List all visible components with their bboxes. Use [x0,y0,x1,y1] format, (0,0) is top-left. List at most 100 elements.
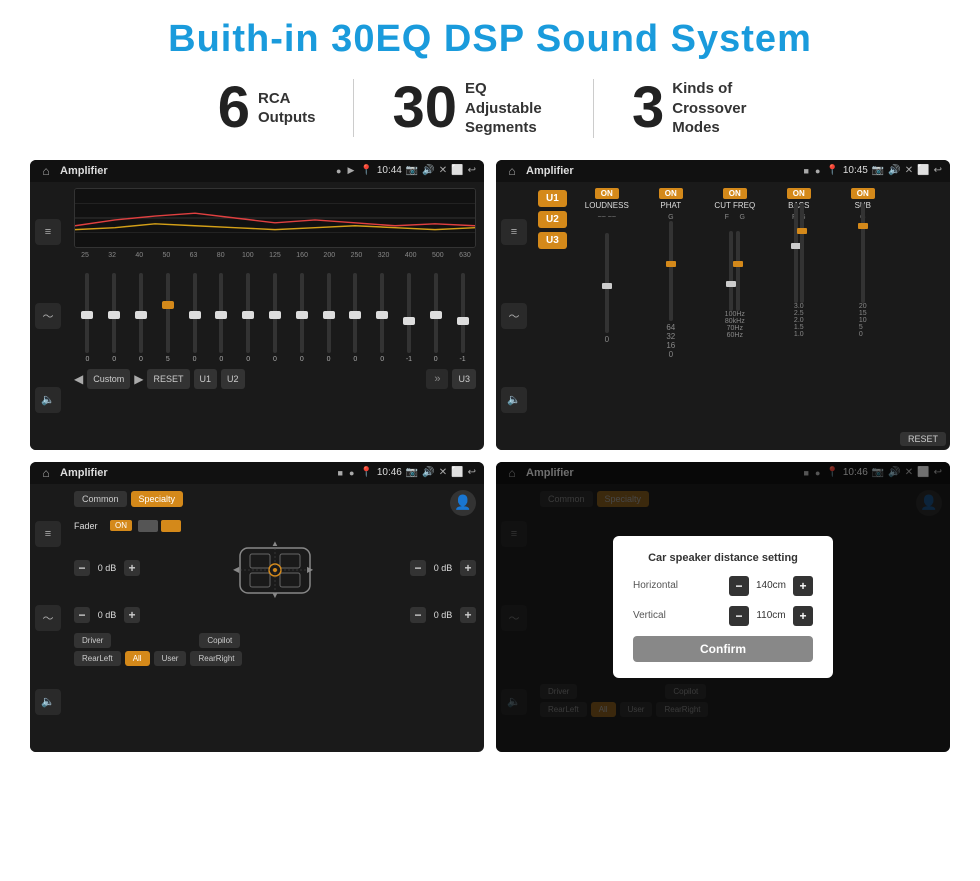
camera-icon-2: 📷 [872,165,884,176]
status-time-3: 10:46 [377,467,402,478]
db-minus-fr[interactable]: − [410,560,426,576]
eq-filter-btn[interactable]: ≡ [35,219,61,245]
close-icon-2: ✕ [905,165,913,176]
freq-630: 630 [456,252,474,259]
db-value-rl: 0 dB [93,610,121,620]
u1-btn[interactable]: U1 [194,369,218,389]
u-buttons-area: U1 U2 U3 [532,182,573,450]
eq-slider-2[interactable]: 0 [101,273,128,363]
tab-common[interactable]: Common [74,491,127,507]
crossover-reset-btn[interactable]: RESET [900,432,946,446]
u3-select-btn[interactable]: U3 [538,232,567,249]
eq-slider-11[interactable]: 0 [342,273,369,363]
eq-graph [74,188,476,248]
cutfreq-col: ON CUT FREQ FG 100Hz80kHz70Hz60Hz [705,188,765,444]
bass-on[interactable]: ON [787,188,811,199]
horizontal-minus[interactable]: − [729,576,749,596]
person-icon-btn[interactable]: 👤 [450,490,476,516]
tab-specialty[interactable]: Specialty [131,491,184,507]
filter-btn-2[interactable]: ≡ [501,219,527,245]
db-plus-rl[interactable]: + [124,607,140,623]
speaker-distance-dialog: Car speaker distance setting Horizontal … [613,536,833,678]
location-icon: 📍 [360,165,372,176]
eq-slider-6[interactable]: 0 [208,273,235,363]
eq-sidebar: ≡ 〜 🔈 [30,182,66,450]
vertical-plus[interactable]: + [793,606,813,626]
prev-icon[interactable]: ◀ [74,372,83,386]
expand-icon[interactable]: » [426,369,448,389]
home-icon: ⌂ [38,163,54,179]
fader-on-badge[interactable]: ON [110,520,132,531]
reset-btn[interactable]: RESET [147,369,189,389]
dot-icon-2: ■ [804,166,809,176]
db-minus-fl[interactable]: − [74,560,90,576]
u3-btn[interactable]: U3 [452,369,476,389]
db-plus-rr[interactable]: + [460,607,476,623]
freq-250: 250 [347,252,365,259]
eq-wave-btn[interactable]: 〜 [35,303,61,329]
eq-speaker-btn[interactable]: 🔈 [35,387,61,413]
screen-crossover: ⌂ Amplifier ■ ● 📍 10:45 📷 🔊 ✕ ⬜ ↩ ≡ 〜 [496,160,950,450]
copilot-btn[interactable]: Copilot [199,633,240,648]
rearleft-btn[interactable]: RearLeft [74,651,121,666]
sub-on[interactable]: ON [851,188,875,199]
freq-500: 500 [429,252,447,259]
eq-slider-8[interactable]: 0 [262,273,289,363]
driver-btn[interactable]: Driver [74,633,111,648]
speaker-btn-3[interactable]: 🔈 [35,689,61,715]
u2-select-btn[interactable]: U2 [538,211,567,228]
status-icons-1: 📍 10:44 📷 🔊 ✕ ⬜ ↩ [360,165,476,176]
user-btn[interactable]: User [154,651,187,666]
eq-slider-5[interactable]: 0 [181,273,208,363]
eq-slider-12[interactable]: 0 [369,273,396,363]
confirm-button[interactable]: Confirm [633,636,813,662]
eq-slider-14[interactable]: 0 [422,273,449,363]
next-icon[interactable]: ▶ [134,372,143,386]
volume-icon-3: 🔊 [422,467,434,478]
h-slider-1[interactable] [138,520,158,532]
phat-on[interactable]: ON [659,188,683,199]
cutfreq-on[interactable]: ON [723,188,747,199]
wave-btn-3[interactable]: 〜 [35,605,61,631]
eq-slider-4[interactable]: 5 [154,273,181,363]
eq-slider-10[interactable]: 0 [315,273,342,363]
vertical-minus[interactable]: − [729,606,749,626]
h-slider-2[interactable] [161,520,181,532]
loudness-slider[interactable] [605,223,609,333]
db-minus-rr[interactable]: − [410,607,426,623]
db-minus-rl[interactable]: − [74,607,90,623]
all-btn[interactable]: All [125,651,150,666]
freq-32: 32 [103,252,121,259]
wave-btn-2[interactable]: 〜 [501,303,527,329]
filter-btn-3[interactable]: ≡ [35,521,61,547]
preset-label: Custom [87,369,130,389]
eq-slider-7[interactable]: 0 [235,273,262,363]
svg-text:◀: ◀ [233,565,240,574]
eq-slider-9[interactable]: 0 [288,273,315,363]
close-icon-3: ✕ [439,467,447,478]
cutfreq-label: CUT FREQ [714,201,755,210]
db-plus-fl[interactable]: + [124,560,140,576]
home-icon-3: ⌂ [38,465,54,481]
eq-slider-1[interactable]: 0 [74,273,101,363]
car-diagram: ▲ ▼ ◀ ▶ [225,538,325,603]
rearright-btn[interactable]: RearRight [190,651,242,666]
eq-slider-13[interactable]: -1 [396,273,423,363]
u1-select-btn[interactable]: U1 [538,190,567,207]
horizontal-plus[interactable]: + [793,576,813,596]
bass-col: ON BASS F G 3.02.52.01.51.0 [769,188,829,444]
horizontal-control: − 140cm + [729,576,813,596]
stat-eq: 30 EQ AdjustableSegments [354,79,594,138]
db-plus-fr[interactable]: + [460,560,476,576]
status-time-1: 10:44 [377,165,402,176]
u2-btn[interactable]: U2 [221,369,245,389]
screen-fader: ⌂ Amplifier ■ ● 📍 10:46 📷 🔊 ✕ ⬜ ↩ ≡ 〜 [30,462,484,752]
eq-slider-3[interactable]: 0 [128,273,155,363]
loudness-on[interactable]: ON [595,188,619,199]
fader-tabs: Common Specialty [74,491,183,507]
db-control-fr: − 0 dB + [410,560,476,576]
vertical-control: − 110cm + [729,606,813,626]
speaker-btn-2[interactable]: 🔈 [501,387,527,413]
eq-slider-15[interactable]: -1 [449,273,476,363]
status-icons-2: 📍 10:45 📷 🔊 ✕ ⬜ ↩ [826,165,942,176]
